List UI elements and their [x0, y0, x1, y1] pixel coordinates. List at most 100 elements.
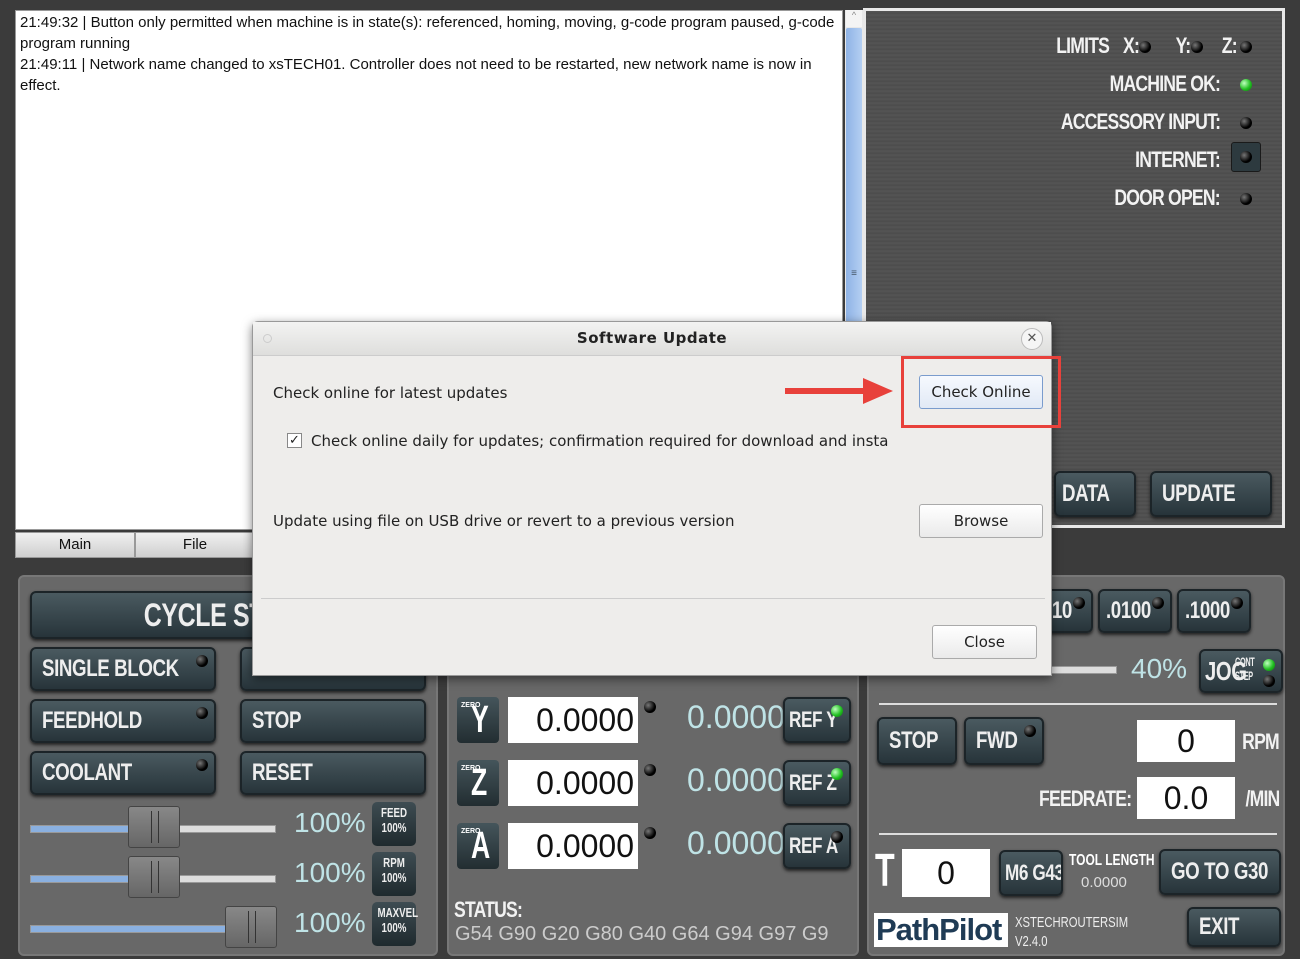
m6-g43-label: M6 G43 — [1005, 860, 1063, 885]
close-button[interactable]: Close — [932, 625, 1037, 659]
axis-led — [644, 827, 656, 839]
feedhold-led — [196, 707, 208, 719]
fwd-led — [1024, 725, 1036, 737]
ref-led — [831, 768, 843, 780]
m6-g43-button[interactable]: M6 G43 — [999, 850, 1063, 896]
machine-name: XSTECHROUTERSIM — [1015, 914, 1129, 931]
jog-mode-button[interactable]: JOG CONT STEP — [1199, 649, 1283, 693]
ref-z-button[interactable]: REF Z — [783, 760, 851, 806]
override-slider[interactable] — [30, 856, 276, 898]
internet-button[interactable] — [1231, 142, 1261, 172]
zero-z-button[interactable]: ZERO Z — [457, 760, 499, 806]
fwd-label: FWD — [976, 727, 1018, 754]
stop-button[interactable]: STOP — [240, 699, 426, 743]
accessory-input-label: ACCESSORY INPUT: — [1060, 109, 1221, 134]
feedrate-input[interactable]: 0.0 — [1137, 777, 1235, 819]
check-online-button[interactable]: Check Online — [919, 375, 1043, 409]
tab-main[interactable]: Main — [15, 532, 135, 558]
dialog-title: Software Update — [253, 322, 1051, 356]
axis-led — [644, 764, 656, 776]
jog-step-button[interactable]: .0100 — [1098, 589, 1172, 633]
dro-y-input[interactable]: 0.0000 — [508, 697, 638, 743]
ref-a-button[interactable]: REF A — [783, 823, 851, 869]
single-block-led — [196, 655, 208, 667]
daily-check-label: Check online daily for updates; confirma… — [311, 432, 889, 450]
override-default: 100% — [381, 920, 407, 935]
spindle-stop-button[interactable]: STOP — [877, 717, 957, 765]
override-reset-button[interactable]: FEED 100% — [372, 802, 416, 846]
tool-number-input[interactable]: 0 — [902, 849, 990, 897]
accessory-input-led — [1240, 117, 1252, 129]
coolant-label: COOLANT — [42, 759, 132, 786]
zero-a-button[interactable]: ZERO A — [457, 823, 499, 869]
tab-file[interactable]: File — [135, 532, 255, 558]
tab-bar: Main File — [15, 532, 255, 558]
zero-label: ZERO — [461, 765, 481, 772]
ref-led — [831, 831, 843, 843]
slider-handle[interactable] — [128, 856, 180, 898]
exit-button[interactable]: EXIT — [1187, 907, 1281, 947]
coolant-button[interactable]: COOLANT — [30, 751, 216, 795]
step-label: STEP — [1235, 669, 1253, 683]
zero-y-button[interactable]: ZERO Y — [457, 697, 499, 743]
limit-z-led — [1240, 41, 1252, 53]
spindle-fwd-button[interactable]: FWD — [964, 717, 1044, 765]
close-icon[interactable]: ✕ — [1021, 328, 1043, 350]
dro-a-input[interactable]: 0.0000 — [508, 823, 638, 869]
usb-update-text: Update using file on USB drive or revert… — [273, 512, 735, 530]
pathpilot-logo: PathPilot — [874, 913, 1008, 947]
override-slider[interactable] — [30, 806, 276, 848]
zero-label: ZERO — [461, 828, 481, 835]
tool-t-label: T — [875, 844, 895, 896]
axis-letter: Y — [471, 699, 489, 741]
reset-button[interactable]: RESET — [240, 751, 426, 795]
override-reset-button[interactable]: RPM 100% — [372, 852, 416, 896]
override-slider[interactable] — [30, 906, 277, 948]
ref-y-button[interactable]: REF Y — [783, 697, 851, 743]
window-menu-icon[interactable] — [263, 334, 272, 343]
override-percent: 100% — [294, 857, 366, 888]
override-name: RPM — [383, 855, 405, 870]
divider — [879, 833, 1277, 835]
reset-label: RESET — [252, 759, 313, 786]
rpm-input[interactable]: 0 — [1137, 720, 1235, 762]
slider-handle[interactable] — [128, 806, 180, 848]
data-button[interactable]: DATA — [1054, 471, 1136, 517]
jog-step-button[interactable]: .1000 — [1177, 589, 1251, 633]
axis-led — [644, 701, 656, 713]
limit-x-label: X: — [1123, 33, 1140, 58]
browse-button[interactable]: Browse — [919, 504, 1043, 538]
feedhold-label: FEEDHOLD — [42, 707, 142, 734]
spindle-stop-label: STOP — [889, 727, 939, 754]
machine-ok-label: MACHINE OK: — [1109, 71, 1221, 96]
software-update-dialog: Software Update ✕ Check online for lates… — [252, 321, 1061, 676]
jog-percent: 40% — [1131, 653, 1188, 684]
override-name: FEED — [380, 805, 407, 820]
single-block-button[interactable]: SINGLE BLOCK — [30, 647, 216, 691]
feedhold-button[interactable]: FEEDHOLD — [30, 699, 216, 743]
axis-letter: A — [471, 825, 491, 867]
jog-step-label: .0100 — [1106, 597, 1151, 624]
daily-check-checkbox[interactable]: ✓ — [287, 433, 302, 448]
arrow-annotation-icon — [785, 378, 893, 404]
update-button[interactable]: UPDATE — [1150, 471, 1272, 517]
jog-step-label: .1000 — [1185, 597, 1230, 624]
status-label: STATUS: — [454, 897, 523, 922]
tool-length-label: TOOL LENGTH — [1069, 852, 1155, 869]
update-button-label: UPDATE — [1162, 480, 1236, 507]
dro-z-input[interactable]: 0.0000 — [508, 760, 638, 806]
limit-z-label: Z: — [1221, 33, 1238, 58]
override-percent: 100% — [294, 907, 366, 938]
go-to-g30-button[interactable]: GO TO G30 — [1159, 849, 1281, 895]
cont-label: CONT — [1235, 655, 1255, 669]
jog-step-led — [1231, 597, 1243, 609]
machine-info: XSTECHROUTERSIM V2.4.0 — [1015, 913, 1128, 951]
go-to-g30-label: GO TO G30 — [1171, 858, 1269, 885]
slider-handle[interactable] — [225, 906, 277, 948]
scroll-up-icon[interactable]: ^ — [846, 10, 862, 27]
door-open-led — [1240, 193, 1252, 205]
override-default: 100% — [381, 870, 407, 885]
override-reset-button[interactable]: MAXVEL 100% — [372, 902, 418, 946]
override-percent: 100% — [294, 807, 366, 838]
single-block-label: SINGLE BLOCK — [42, 655, 179, 682]
